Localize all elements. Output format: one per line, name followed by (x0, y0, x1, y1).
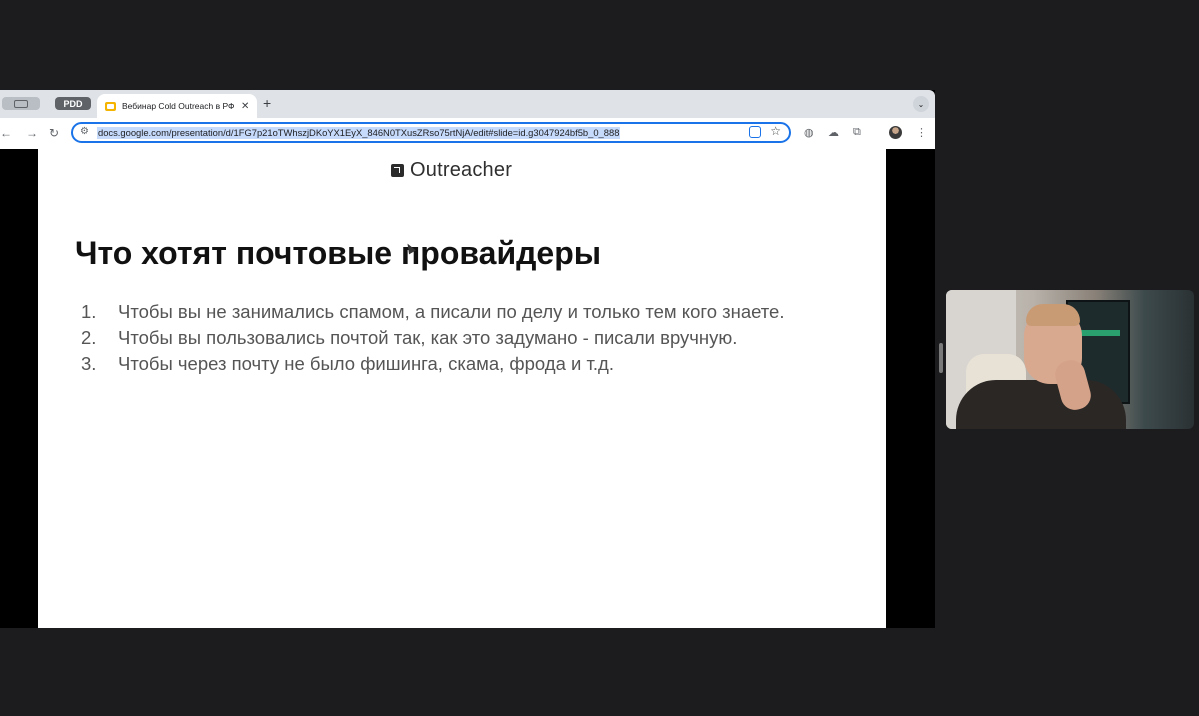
extension-cloud-icon[interactable]: ☁ (828, 126, 839, 139)
back-button[interactable]: ← (0, 126, 12, 140)
browser-window: PDD Вебинар Cold Outreach в РФ ✕ + ⌄ ← →… (0, 90, 935, 628)
panel-resize-handle[interactable] (939, 343, 943, 373)
tab-group-chip[interactable]: PDD (55, 97, 91, 110)
cam-person-body (956, 380, 1126, 429)
webcam-video (946, 290, 1194, 429)
tab-search-button[interactable] (2, 97, 40, 110)
tab-title: Вебинар Cold Outreach в РФ (122, 101, 235, 111)
list-item-text: Чтобы вы не занимались спамом, а писали … (118, 301, 785, 322)
list-item: 3. Чтобы через почту не было фишинга, ск… (81, 351, 784, 377)
bookmark-star-icon[interactable]: ☆ (770, 124, 781, 138)
new-tab-button[interactable]: + (263, 95, 271, 111)
presentation-area: Outreacher Что хотят почтовые провайдеры… (0, 149, 935, 628)
active-tab[interactable]: Вебинар Cold Outreach в РФ ✕ (97, 94, 257, 118)
forward-button[interactable]: → (26, 126, 38, 140)
tab-group-label: PDD (63, 98, 83, 109)
list-item-text: Чтобы через почту не было фишинга, скама… (118, 353, 614, 374)
outreacher-logo: Outreacher (391, 159, 512, 182)
list-item-number: 3. (81, 353, 97, 374)
lens-icon[interactable] (749, 126, 761, 138)
tab-grid-icon (14, 99, 28, 108)
list-item: 1. Чтобы вы не занимались спамом, а писа… (81, 299, 784, 325)
outreacher-logo-icon (391, 164, 404, 177)
list-item: 2. Чтобы вы пользовались почтой так, как… (81, 325, 784, 351)
url-text[interactable]: docs.google.com/presentation/d/1FG7p21oT… (97, 127, 621, 139)
slide: Outreacher Что хотят почтовые провайдеры… (38, 149, 886, 628)
site-info-icon[interactable]: ⚙ (80, 126, 89, 137)
tab-list-button[interactable]: ⌄ (913, 96, 929, 112)
browser-menu-icon[interactable]: ⋮ (916, 126, 927, 139)
slide-list: 1. Чтобы вы не занимались спамом, а писа… (81, 299, 784, 377)
cam-person-hair (1026, 304, 1080, 326)
extension-globe-icon[interactable]: ◍ (804, 126, 814, 139)
close-tab-icon[interactable]: ✕ (241, 101, 249, 112)
logo-text: Outreacher (410, 159, 513, 181)
list-item-text: Чтобы вы пользовались почтой так, как эт… (118, 327, 738, 348)
extensions-puzzle-icon[interactable]: ⧉ (853, 126, 861, 139)
slides-favicon-icon (105, 101, 116, 111)
address-bar[interactable]: ⚙ docs.google.com/presentation/d/1FG7p21… (71, 122, 791, 143)
browser-toolbar: ← → ↻ ⚙ docs.google.com/presentation/d/1… (0, 118, 935, 149)
chevron-down-icon: ⌄ (917, 99, 925, 109)
slide-title: Что хотят почтовые провайдеры (75, 235, 602, 271)
list-item-number: 1. (81, 301, 97, 322)
list-item-number: 2. (81, 327, 97, 348)
profile-avatar[interactable] (889, 126, 902, 139)
reload-button[interactable]: ↻ (49, 126, 59, 140)
tab-bar: PDD Вебинар Cold Outreach в РФ ✕ + ⌄ (0, 90, 935, 118)
